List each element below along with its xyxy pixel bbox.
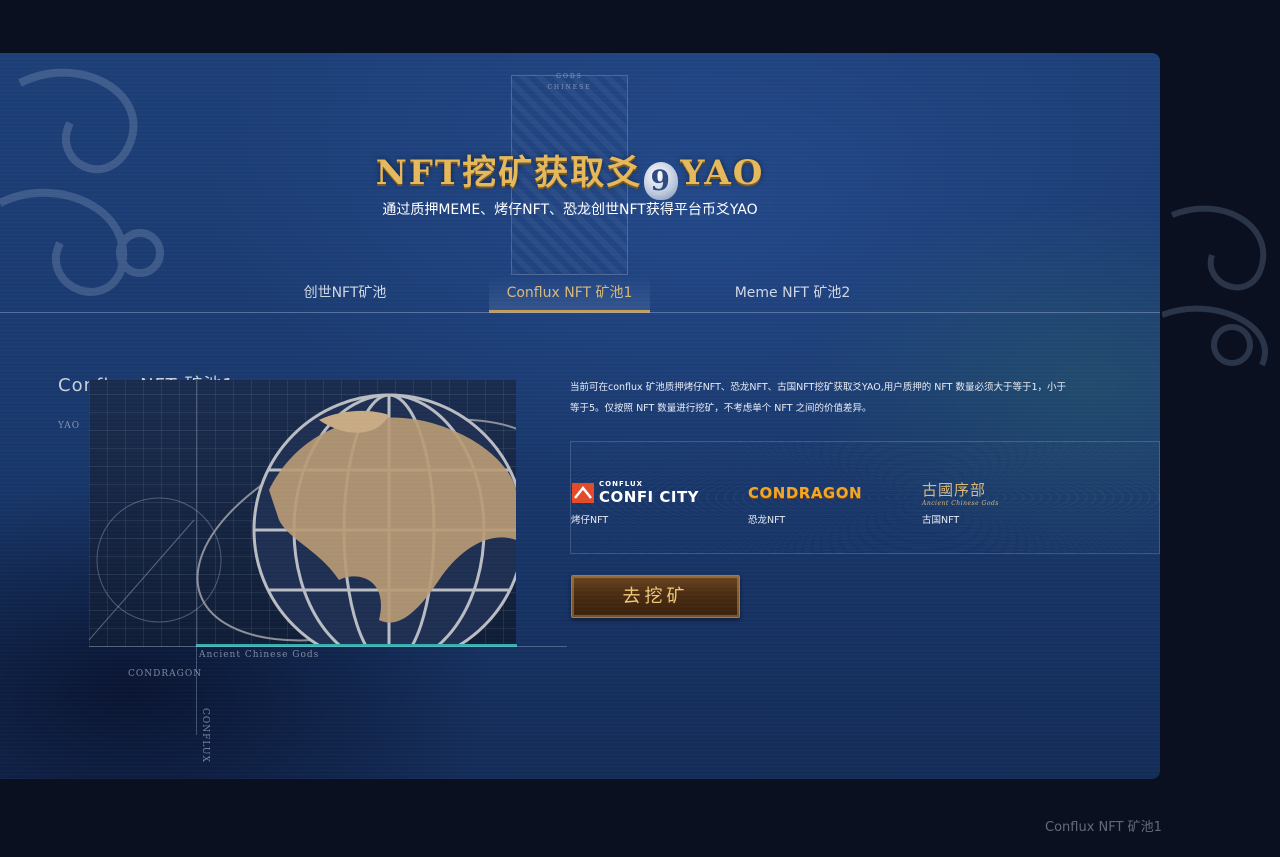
confi-city-logo-main: CONFI CITY	[599, 488, 700, 506]
pool-tabs: 创世NFT矿池 Conflux NFT 矿池1 Meme NFT 矿池2	[0, 275, 1160, 313]
title-left: NFT挖矿获取爻	[375, 153, 643, 193]
yao-nine-icon: 9	[644, 162, 679, 200]
cloud-pattern-decoration	[1162, 205, 1268, 367]
axis-yao-label: YAO	[58, 421, 81, 431]
pool-description: 当前可在conflux 矿池质押烤仔NFT、恐龙NFT、古国NFT挖矿获取爻YA…	[570, 382, 1067, 414]
tab-meme-pool[interactable]: Meme NFT 矿池2	[720, 275, 865, 313]
globe-image	[89, 380, 516, 647]
go-mining-button[interactable]: 去挖矿	[571, 575, 740, 618]
globe-illustration	[89, 393, 516, 647]
axis-gods-label: Ancient Chinese Gods	[199, 650, 320, 660]
axis-conflux-label: CONFLUX	[200, 708, 210, 763]
title-right: YAO	[680, 153, 765, 193]
ancient-gods-logo-main: 古國序部	[922, 481, 987, 499]
partner-name: 恐龙NFT	[748, 515, 786, 526]
partner-nft-box: CONFLUX CONFI CITY 烤仔NFT CONDRAGON 恐龙NFT…	[570, 441, 1160, 554]
guide-line-vertical	[196, 380, 197, 735]
tab-genesis-pool[interactable]: 创世NFT矿池	[280, 275, 410, 313]
confi-city-icon	[572, 483, 594, 503]
partner-confi-city[interactable]: CONFLUX CONFI CITY 烤仔NFT	[571, 480, 699, 526]
page-subtitle: 通过质押MEME、烤仔NFT、恐龙创世NFT获得平台币爻YAO	[382, 202, 758, 218]
condragon-logo: CONDRAGON	[748, 480, 862, 506]
partner-name: 烤仔NFT	[571, 515, 609, 526]
partner-condragon[interactable]: CONDRAGON 恐龙NFT	[748, 480, 862, 526]
ancient-gods-logo: 古國序部 Ancient Chinese Gods	[922, 480, 999, 507]
partner-ancient-gods[interactable]: 古國序部 Ancient Chinese Gods 古国NFT	[922, 480, 999, 526]
confi-city-logo-small: CONFLUX	[599, 480, 644, 488]
tab-conflux-pool[interactable]: Conflux NFT 矿池1	[489, 275, 650, 313]
partner-name: 古国NFT	[922, 515, 960, 526]
tabs-divider	[0, 312, 1160, 313]
ancient-gods-logo-small: Ancient Chinese Gods	[922, 500, 999, 507]
confi-city-logo: CONFLUX CONFI CITY	[571, 480, 699, 506]
condragon-logo-main: CONDRAGON	[748, 484, 863, 502]
footer-page-label: Conflux NFT 矿池1	[1045, 820, 1162, 835]
plaque-top-text: GODS	[556, 73, 583, 80]
plaque-sub-text: CHINESE	[547, 84, 592, 91]
guide-line-horizontal	[89, 646, 567, 647]
page-title: NFT挖矿获取爻 9 YAO	[0, 145, 1140, 200]
axis-condragon-label: CONDRAGON	[128, 669, 203, 679]
main-panel: GODS CHINESE NFT挖矿获取爻 9 YAO 通过质押MEME、烤仔NFT…	[0, 53, 1160, 779]
